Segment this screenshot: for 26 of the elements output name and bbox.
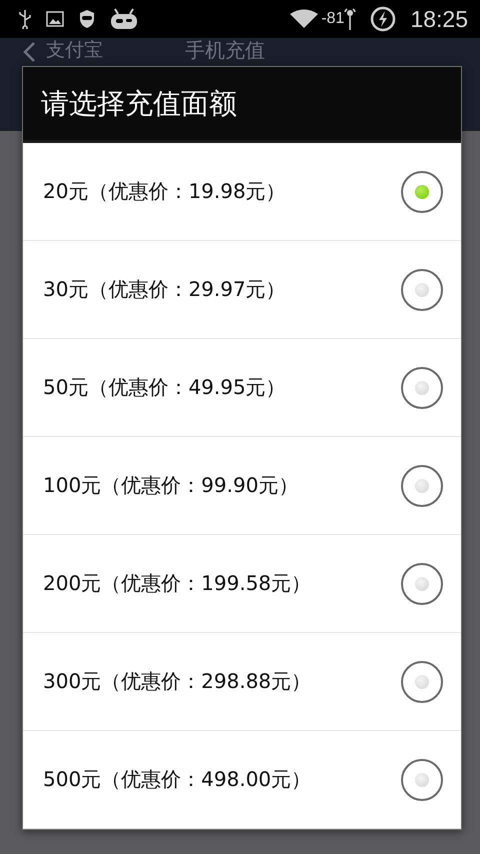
radio-button[interactable]: [401, 562, 443, 604]
option-label[interactable]: 500元（优惠价：498.00元）: [43, 766, 401, 793]
radio-button[interactable]: [401, 464, 443, 506]
robot-face-icon: [110, 8, 138, 30]
radio-button[interactable]: [401, 660, 443, 702]
option-label[interactable]: 20元（优惠价：19.98元）: [43, 178, 401, 205]
clock: 18:25: [410, 6, 468, 32]
radio-button[interactable]: [401, 170, 443, 212]
antenna-icon: [344, 8, 356, 30]
shield-icon: [78, 9, 96, 29]
page-title: 手机充值: [185, 39, 265, 62]
radio-button[interactable]: [401, 268, 443, 310]
option-label[interactable]: 300元（优惠价：298.88元）: [43, 668, 401, 695]
option-label[interactable]: 50元（优惠价：49.95元）: [43, 374, 401, 401]
image-icon: [46, 10, 64, 28]
option-label[interactable]: 30元（优惠价：29.97元）: [43, 276, 401, 303]
lightning-icon: [370, 6, 396, 32]
option-label[interactable]: 100元（优惠价：99.90元）: [43, 472, 401, 499]
radio-button[interactable]: [401, 366, 443, 408]
wifi-icon: [289, 9, 320, 29]
option-label[interactable]: 200元（优惠价：199.58元）: [43, 570, 401, 597]
radio-button[interactable]: [401, 758, 443, 800]
usb-icon: [18, 9, 32, 29]
signal-reading: -81: [321, 10, 344, 28]
dialog-title: 请选择充值面额: [23, 67, 461, 143]
back-icon[interactable]: [22, 41, 36, 63]
